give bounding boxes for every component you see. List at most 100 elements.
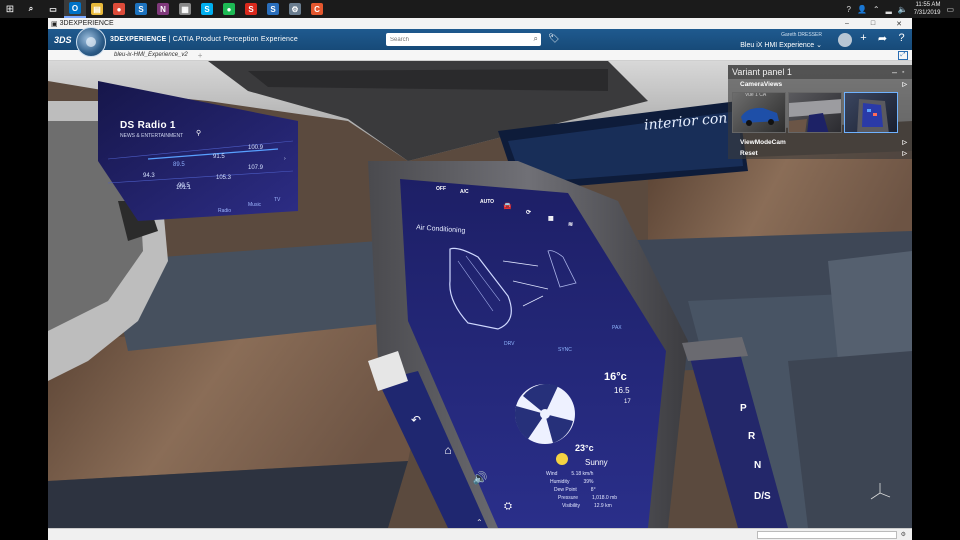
task-view-icon[interactable]: ▭ [42,0,64,18]
status-bar: ⚙ [48,528,912,540]
radio-subtitle: NEWS & ENTERTAINMENT [120,133,184,139]
gear-n: N [754,460,762,471]
reset-row[interactable]: Reset ▷ [728,148,912,159]
weather-row-label: Dew Point [554,487,577,493]
windows-start-icon[interactable]: ⊞ [0,0,20,18]
help-icon[interactable]: ? [846,5,850,14]
onenote-icon[interactable]: N [152,0,174,18]
minimize-button[interactable]: – [834,20,860,28]
weather-row-label: Pressure [558,495,579,501]
radio-frequency: 100.9 [248,145,264,151]
skype-icon-glyph: S [201,3,213,15]
weather-temperature: 23°c [575,443,594,453]
spotify-icon[interactable]: ● [218,0,240,18]
mode-drv: DRV [504,341,515,347]
weather-row-value: 39% [583,479,594,485]
chevron-up-icon[interactable]: ⌃ [476,518,483,527]
radio-nav-radio: Radio [218,208,232,214]
tool-icon-glyph: ⚙ [289,3,301,15]
radio-nav-tv: TV [274,197,281,203]
catia-icon[interactable]: C [306,0,328,18]
ac-ac-label: A/C [460,189,469,195]
solidworks-icon[interactable]: S [240,0,262,18]
notification-icon[interactable]: ▭ [946,5,954,14]
play-icon[interactable]: ▷ [902,150,907,157]
skype-business-icon[interactable]: S [130,0,152,18]
user-block[interactable]: Gareth DRESSER Bleu iX HMI Experience ⌄ [740,31,822,50]
outlook-icon[interactable]: O [64,0,86,18]
chrome-icon-glyph: ● [113,3,125,15]
home-icon: ⌂ [444,443,452,457]
panel-pin-icon[interactable]: ▪ [902,69,912,76]
tool-icon[interactable]: ⚙ [284,0,306,18]
camera-view-thumbnails: Vue 1 CA [728,90,912,135]
close-button[interactable]: ✕ [886,20,912,28]
front-defrost-icon: ≋ [568,222,574,228]
file-explorer-icon-glyph: ▤ [91,3,103,15]
status-field[interactable] [756,530,897,539]
add-icon[interactable]: + [857,32,870,49]
tag-icon[interactable]: 🏷 [548,33,559,44]
weather-row-label: Visibility [562,503,580,509]
ac-off-label: OFF [436,186,446,192]
gear-r: R [748,431,756,442]
taskbar-clock[interactable]: 11:55 AM 7/31/2019 [914,1,941,17]
volume-icon[interactable]: 🔈 [898,5,908,14]
minimize-panel-icon[interactable]: – [892,67,902,77]
weather-row-label: Wind [546,471,558,477]
search-input[interactable] [390,36,525,43]
help-icon[interactable]: ? [895,32,908,49]
play-icon[interactable]: ▷ [902,139,907,146]
tab-bar: bleu-ix-HMI_Experience_v2 + ⤢ [48,50,912,61]
windows-taskbar: ⊞ ⌕ ▭ O ▤ ● S N ▦ S ● S S ⚙ C ? 👤 ⌃ ▂ 🔈 11:55 AM 7/31… [0,0,960,18]
tray-chevron-icon[interactable]: ⌃ [873,5,880,14]
top-bar: 3DS 3DEXPERIENCE | CATIA Product Percept… [48,27,912,57]
search-icon[interactable]: ⌕ [534,34,538,44]
solidworks-alt-icon[interactable]: S [262,0,284,18]
user-name: Gareth DRESSER [781,32,822,38]
clock-date: 7/31/2019 [913,10,941,16]
weather-row-value: 12.9 km [593,503,612,509]
camera-view-thumbnail[interactable]: Vue 1 CA [732,92,786,133]
camera-view-thumbnail[interactable] [788,92,842,133]
camera-views-row[interactable]: CameraViews ▷ [728,79,912,90]
people-icon[interactable]: 👤 [857,5,867,14]
share-icon[interactable]: ➦ [876,32,889,49]
weather-condition: Sunny [585,458,608,467]
radio-frequency: 94.3 [143,173,155,179]
onenote-icon-glyph: N [157,3,169,15]
weather-row: Visibility 12.9 km [562,503,612,509]
maximize-button[interactable]: □ [860,20,886,28]
fullscreen-icon[interactable]: ⤢ [898,50,908,60]
app-icon[interactable]: ▦ [174,0,196,18]
search-icon[interactable]: ⌕ [20,0,42,18]
skype-icon[interactable]: S [196,0,218,18]
chrome-icon[interactable]: ● [108,0,130,18]
avatar[interactable] [838,32,852,49]
task-view-icon-glyph: ▭ [49,4,57,14]
temperature-after: 17 [624,399,631,405]
tab-bleu-ix-hmi-experience[interactable]: bleu-ix-HMI_Experience_v2 [112,52,198,58]
variant-panel-title: Variant panel 1 [732,67,792,77]
screen: ⊞ ⌕ ▭ O ▤ ● S N ▦ S ● S S ⚙ C ? 👤 ⌃ ▂ 🔈 11:55 AM 7/31… [0,0,960,540]
camera-view-thumbnail-selected[interactable] [844,92,898,133]
settings-icon[interactable]: ⚙ [901,531,906,538]
dashboard-view-icon [789,99,841,132]
radio-nav-music: Music [248,202,262,208]
file-explorer-icon[interactable]: ▤ [86,0,108,18]
collaborative-space[interactable]: Bleu iX HMI Experience ⌄ [740,42,822,49]
weather-row-label: Humidity [550,479,570,485]
view-mode-cam-label: ViewModeCam [740,139,786,146]
axis-compass-icon[interactable] [868,481,892,505]
weather-row: Humidity 39% [550,479,593,485]
compass-icon[interactable] [76,27,106,57]
view-mode-cam-row[interactable]: ViewModeCam ▷ [728,137,912,148]
app-icon: ▣ [51,20,58,28]
radio-frequency: 101.1 [176,185,192,191]
network-icon[interactable]: ▂ [886,5,892,14]
catia-icon-glyph: C [311,3,323,15]
add-tab-icon[interactable]: + [198,51,203,60]
temperature-main: 16°c [604,371,627,383]
outlook-icon-glyph: O [69,2,81,14]
play-icon[interactable]: ▷ [902,81,907,88]
